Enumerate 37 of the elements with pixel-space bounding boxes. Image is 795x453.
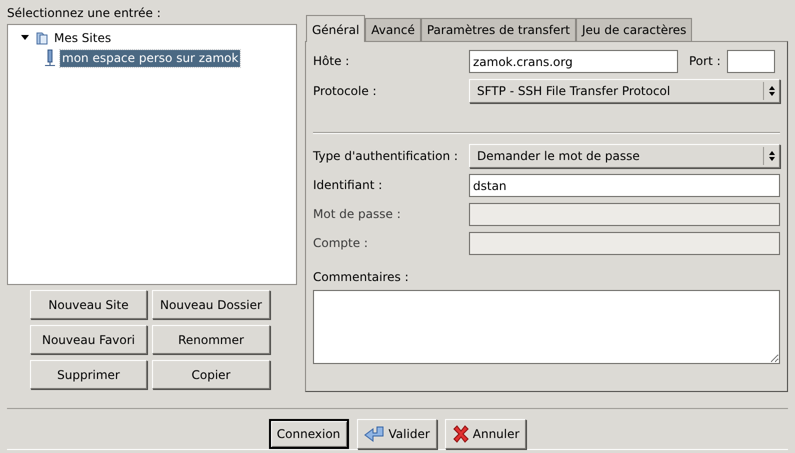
tab[interactable]: Avancé (365, 18, 421, 41)
prompt-label: Sélectionnez une entrée : (7, 6, 161, 20)
spinner-icon (768, 150, 776, 162)
dialog-button[interactable]: Annuler (444, 419, 526, 449)
field-label: Port : (689, 54, 721, 69)
site-button[interactable]: Nouveau Favori (30, 325, 147, 354)
tab[interactable]: Jeu de caractères (576, 18, 692, 41)
tab[interactable]: Général (306, 15, 366, 42)
field-label: Protocole : (313, 84, 378, 98)
return-arrow-icon (364, 425, 386, 443)
site-button[interactable]: Renommer (152, 325, 270, 354)
host-field[interactable]: zamok.crans.org (469, 50, 678, 73)
field-label: Mot de passe : (313, 207, 402, 222)
site-button[interactable]: Copier (152, 360, 270, 390)
folder-icon (34, 30, 50, 46)
comments-field[interactable] (313, 290, 780, 364)
dialog-button[interactable]: Connexion (268, 419, 349, 449)
field-label: Commentaires : (313, 270, 409, 284)
tree-item[interactable]: mon espace perso sur zamok (60, 50, 240, 67)
auth-type-dropdown[interactable]: Demander le mot de passe (469, 144, 780, 168)
field-label: Type d'authentification : (313, 148, 459, 164)
cross-icon (452, 425, 470, 443)
tree-item[interactable]: Mes Sites (54, 31, 112, 46)
site-button[interactable]: Nouveau Site (30, 290, 147, 320)
dialog-button[interactable]: Valider (356, 419, 437, 449)
server-icon (44, 49, 56, 68)
field-label: Hôte : (313, 54, 350, 69)
field-label: Identifiant : (313, 178, 384, 193)
protocol-dropdown[interactable]: SFTP - SSH File Transfer Protocol (469, 79, 780, 103)
site-button[interactable]: Supprimer (30, 360, 147, 390)
spinner-icon (768, 85, 776, 97)
expander-icon[interactable] (20, 34, 30, 42)
port-field[interactable] (726, 50, 775, 73)
site-button[interactable]: Nouveau Dossier (152, 290, 270, 320)
input-field[interactable]: dstan (469, 174, 780, 197)
field-label: Compte : (313, 236, 369, 251)
tab[interactable]: Paramètres de transfert (420, 18, 576, 41)
